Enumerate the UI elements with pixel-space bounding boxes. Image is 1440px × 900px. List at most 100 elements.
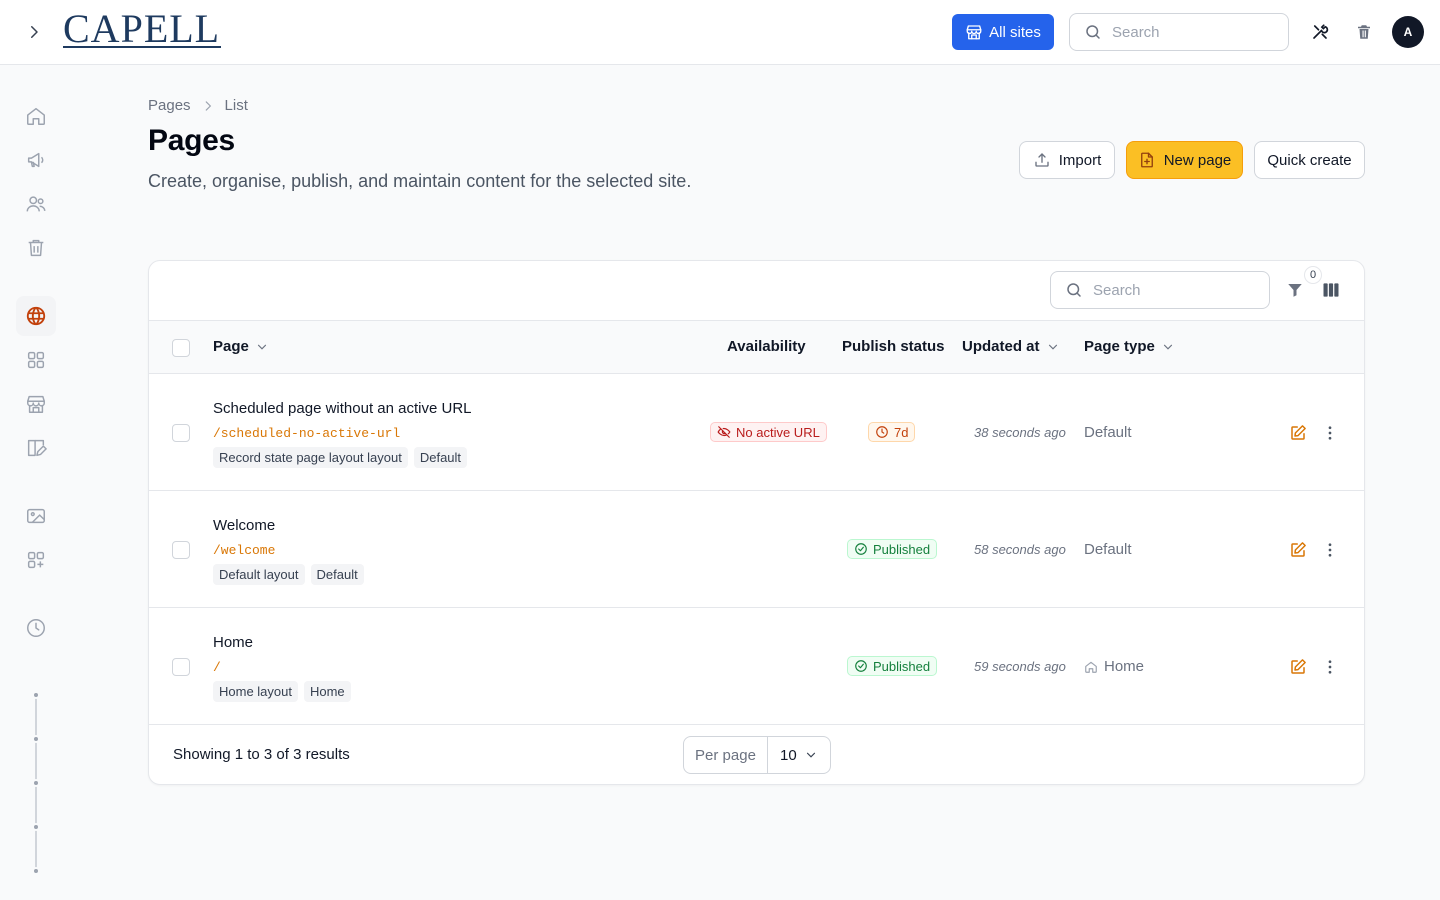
global-search <box>1069 13 1289 51</box>
import-button[interactable]: Import <box>1019 141 1115 179</box>
select-all-checkbox[interactable] <box>172 339 190 357</box>
more-actions-button[interactable] <box>1320 423 1340 443</box>
column-header-page-type[interactable]: Page type <box>1084 338 1175 355</box>
column-header-updated-at[interactable]: Updated at <box>962 338 1060 355</box>
chevron-down-icon <box>806 752 816 758</box>
users-icon <box>26 196 46 212</box>
page-title-cell[interactable]: Welcome <box>213 517 275 534</box>
page-title-cell[interactable]: Home <box>213 634 253 651</box>
more-actions-button[interactable] <box>1320 540 1340 560</box>
table-search <box>1050 271 1270 309</box>
sidebar-item-users[interactable] <box>16 184 56 224</box>
table-header: Page Availability Publish status Updated… <box>149 321 1364 374</box>
layout-tag: Record state page layout layout <box>213 447 408 468</box>
new-page-label: New page <box>1163 151 1232 169</box>
logo-underline <box>63 46 221 48</box>
quick-create-button[interactable]: Quick create <box>1254 141 1365 179</box>
updated-at: 59 seconds ago <box>974 659 1066 674</box>
new-page-button[interactable]: New page <box>1126 141 1243 179</box>
breadcrumb-current: List <box>224 97 248 114</box>
filter-icon <box>1288 284 1302 297</box>
status-badge: 7d <box>868 422 916 442</box>
row-checkbox[interactable] <box>172 424 190 442</box>
storefront-icon <box>966 25 982 40</box>
page-title: Pages <box>148 124 235 157</box>
all-sites-label: All sites <box>989 23 1041 41</box>
sidebar-item-announcements[interactable] <box>16 140 56 180</box>
edit-button[interactable] <box>1288 423 1308 443</box>
globe-icon <box>26 306 46 326</box>
sidebar-item-trash[interactable] <box>16 228 56 268</box>
page-title-cell[interactable]: Scheduled page without an active URL <box>213 400 472 417</box>
sidebar-item-stores[interactable] <box>16 384 56 424</box>
clock-icon <box>876 426 888 438</box>
timeline-dot[interactable] <box>32 691 40 699</box>
pencil-square-icon <box>1291 425 1306 440</box>
tools-button[interactable] <box>1308 20 1332 44</box>
column-header-page[interactable]: Page <box>213 338 269 355</box>
sidebar-item-home[interactable] <box>16 96 56 136</box>
page-type: Home <box>1084 658 1144 675</box>
page-slug: / <box>213 660 221 675</box>
user-avatar[interactable]: A <box>1392 16 1424 48</box>
ellipsis-vertical-icon <box>1328 660 1332 674</box>
sidebar-item-media[interactable] <box>16 496 56 536</box>
more-actions-button[interactable] <box>1320 657 1340 677</box>
per-page-dropdown[interactable]: 10 <box>768 737 830 773</box>
status-badge: Published <box>847 656 938 676</box>
ellipsis-vertical-icon <box>1328 426 1332 440</box>
page-tags: Record state page layout layout Default <box>213 447 468 468</box>
chevron-right-icon <box>205 100 211 111</box>
table-footer: Showing 1 to 3 of 3 results Per page 10 <box>149 725 1364 784</box>
sidebar-item-sites[interactable] <box>16 296 56 336</box>
availability-label: No active URL <box>736 424 820 440</box>
table-row[interactable]: Welcome /welcome Default layout Default … <box>149 491 1364 608</box>
global-search-input[interactable] <box>1112 23 1272 41</box>
all-sites-button[interactable]: All sites <box>952 14 1054 50</box>
edit-button[interactable] <box>1288 540 1308 560</box>
per-page-value: 10 <box>780 746 797 764</box>
upload-icon <box>1035 153 1049 167</box>
timeline-dot[interactable] <box>32 867 40 875</box>
pencil-square-icon <box>1291 542 1306 557</box>
filter-button[interactable] <box>1284 279 1306 301</box>
columns-icon <box>1323 283 1339 297</box>
timeline-dot[interactable] <box>32 735 40 743</box>
layout-tag: Home layout <box>213 681 298 702</box>
per-page-select: Per page 10 <box>683 736 831 774</box>
row-checkbox[interactable] <box>172 541 190 559</box>
row-checkbox[interactable] <box>172 658 190 676</box>
type-tag: Default <box>310 564 364 585</box>
sidebar-item-blocks[interactable] <box>16 340 56 380</box>
timeline-dot[interactable] <box>32 779 40 787</box>
updated-at: 38 seconds ago <box>974 425 1066 440</box>
availability-badge: No active URL <box>710 422 827 442</box>
table-toolbar: 0 <box>149 261 1364 321</box>
page-description: Create, organise, publish, and maintain … <box>148 171 692 191</box>
capell-logo[interactable]: CAPELL <box>63 8 221 52</box>
page-type-label: Default <box>1084 541 1132 558</box>
trash-button[interactable] <box>1352 20 1376 44</box>
sidebar-toggle-button[interactable] <box>20 18 48 46</box>
top-bar: CAPELL All sites A <box>0 0 1440 65</box>
table-row[interactable]: Scheduled page without an active URL /sc… <box>149 374 1364 491</box>
grid-icon <box>27 351 45 369</box>
columns-toggle-button[interactable] <box>1320 279 1342 301</box>
breadcrumb-pages-link[interactable]: Pages <box>148 97 191 114</box>
chevron-down-icon <box>1048 344 1057 350</box>
table-row[interactable]: Home / Home layout Home Published 59 sec… <box>149 608 1364 725</box>
sidebar-item-layouts[interactable] <box>16 428 56 468</box>
logo-text: CAPELL <box>63 6 221 51</box>
storefront-icon <box>27 395 45 413</box>
page-slug: /welcome <box>213 543 276 558</box>
edit-button[interactable] <box>1288 657 1308 677</box>
table-search-input[interactable] <box>1093 281 1253 299</box>
timeline-dot[interactable] <box>32 823 40 831</box>
sidebar-item-extensions[interactable] <box>16 540 56 580</box>
per-page-label: Per page <box>684 737 768 773</box>
page-slug: /scheduled-no-active-url <box>213 426 401 441</box>
sidebar-item-history[interactable] <box>16 608 56 648</box>
chevron-down-icon <box>1163 344 1172 350</box>
results-summary: Showing 1 to 3 of 3 results <box>173 746 350 763</box>
page-type-label: Home <box>1104 658 1145 675</box>
